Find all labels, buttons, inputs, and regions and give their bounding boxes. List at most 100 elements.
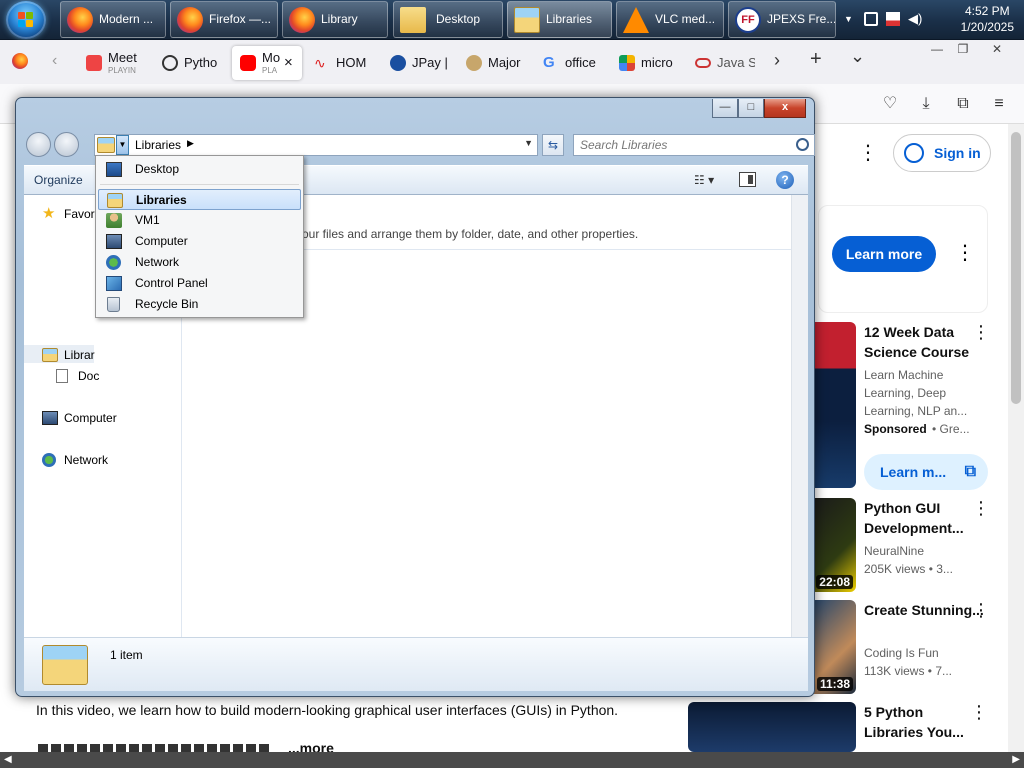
scroll-tabs-right-icon[interactable]: ›: [774, 50, 780, 71]
organize-button[interactable]: Organize: [34, 173, 83, 187]
library-description: e your files and arrange them by folder,…: [286, 227, 639, 241]
start-button[interactable]: [6, 1, 46, 39]
recommendation-python-libraries[interactable]: 5 Python Libraries You... ⋮: [688, 702, 1008, 752]
minimize-button[interactable]: —: [712, 99, 738, 118]
page-scrollbar[interactable]: [1008, 124, 1024, 752]
nav-item-label: Librar: [64, 348, 95, 362]
tab-python[interactable]: Pytho: [162, 46, 220, 80]
pulse-favicon-icon: ∿: [314, 55, 326, 71]
tab-jpay[interactable]: JPay |: [390, 46, 450, 80]
show-hidden-icons-icon[interactable]: ▼: [844, 14, 853, 24]
scroll-left-icon[interactable]: ◀: [4, 754, 12, 765]
tab-status: PLAYIN: [108, 66, 136, 75]
ad-options-icon[interactable]: ⋮: [955, 240, 975, 265]
account-icon: [904, 143, 924, 163]
video-title[interactable]: Python GUI Development...: [864, 498, 984, 538]
recommendation-create-stunning[interactable]: 11:38 Create Stunning... Coding Is Fun 1…: [812, 600, 1022, 694]
video-thumbnail[interactable]: 11:38: [812, 600, 856, 694]
recommendation-python-gui[interactable]: 22:08 Python GUI Development... NeuralNi…: [812, 498, 1022, 592]
list-all-tabs-icon[interactable]: ⌄: [850, 46, 865, 67]
taskbar-item-library[interactable]: Library: [282, 1, 388, 38]
firefox-menu-icon[interactable]: [12, 53, 28, 69]
maximize-button[interactable]: □: [738, 99, 764, 118]
downloads-icon[interactable]: ⤓: [916, 94, 936, 114]
network-status-icon[interactable]: [886, 12, 900, 26]
action-center-icon[interactable]: [864, 12, 878, 26]
tab-major[interactable]: Major: [466, 46, 526, 80]
tab-office[interactable]: G office: [543, 46, 603, 80]
scroll-tabs-left-icon[interactable]: ‹: [52, 52, 57, 70]
taskbar-item-vlc[interactable]: VLC med...: [616, 1, 724, 38]
libraries-icon: [97, 137, 115, 153]
tab-youtube-active[interactable]: Mo PLA ×: [232, 46, 302, 80]
tab-java[interactable]: Java S: [695, 46, 755, 80]
volume-icon[interactable]: ◀): [908, 12, 922, 26]
oracle-favicon-icon: [695, 58, 711, 68]
back-button[interactable]: [26, 132, 51, 157]
search-icon[interactable]: [796, 138, 809, 151]
youtube-favicon-icon: [240, 55, 256, 71]
video-thumbnail[interactable]: 22:08: [812, 498, 856, 592]
close-button[interactable]: x: [764, 99, 806, 118]
breadcrumb-arrow-icon[interactable]: ▶: [187, 138, 194, 149]
google-favicon-icon: G: [543, 54, 555, 71]
taskbar-item-jpexs[interactable]: FF JPEXS Fre...: [728, 1, 836, 38]
nav-item-label: Doc: [78, 369, 100, 383]
pocket-icon[interactable]: ♡: [880, 94, 900, 114]
scroll-right-icon[interactable]: ▶: [1012, 754, 1020, 765]
video-stats: 113K views • 7...: [864, 664, 953, 678]
taskbar-item-libraries[interactable]: Libraries: [507, 1, 612, 38]
taskbar-item-desktop[interactable]: Desktop: [393, 1, 503, 38]
video-options-icon[interactable]: ⋮: [972, 498, 990, 519]
forward-button[interactable]: [54, 132, 79, 157]
jpay-favicon-icon: [390, 55, 406, 71]
horizontal-scrollbar[interactable]: ◀ ▶: [0, 752, 1024, 768]
menu-item-desktop[interactable]: Desktop: [98, 159, 301, 180]
tab-micro[interactable]: micro: [619, 46, 679, 80]
breadcrumb-libraries[interactable]: Libraries: [135, 138, 181, 152]
refresh-button[interactable]: ⇆: [542, 134, 564, 156]
learn-more-button[interactable]: Learn more: [832, 236, 936, 272]
video-options-icon[interactable]: ⋮: [970, 702, 988, 723]
taskbar-item-label: Firefox —...: [209, 12, 272, 26]
channel-name[interactable]: NeuralNine: [864, 542, 994, 560]
close-icon[interactable]: ✕: [982, 42, 1012, 56]
video-title[interactable]: 12 Week Data Science Course: [864, 322, 984, 362]
menu-item-vm1[interactable]: VM1: [98, 210, 301, 231]
tab-home[interactable]: ∿ HOM: [314, 46, 372, 80]
address-history-icon[interactable]: ▼: [524, 138, 533, 148]
hamburger-menu-icon[interactable]: ≡: [989, 94, 1009, 114]
address-bar[interactable]: ▼ Libraries ▶ ▼: [94, 134, 538, 156]
sign-in-button[interactable]: Sign in: [893, 134, 991, 172]
channel-name[interactable]: Coding Is Fun: [864, 644, 994, 662]
extensions-icon[interactable]: ⧉: [953, 94, 973, 114]
preview-pane-button[interactable]: [739, 172, 756, 187]
scrollbar-thumb[interactable]: [1011, 132, 1021, 404]
restore-icon[interactable]: ❐: [948, 42, 978, 56]
help-button[interactable]: ?: [776, 171, 794, 189]
change-view-button[interactable]: ☷ ▾: [694, 173, 714, 187]
tab-label: Java S: [717, 55, 755, 70]
video-options-icon[interactable]: ⋮: [972, 600, 990, 621]
tab-meet[interactable]: Meet PLAYIN: [86, 46, 146, 80]
menu-item-libraries[interactable]: Libraries: [98, 189, 301, 210]
menu-item-recycle-bin[interactable]: Recycle Bin: [98, 294, 301, 315]
learn-more-secondary-button[interactable]: Learn m... ⧉: [864, 454, 988, 490]
search-input[interactable]: Search Libraries: [573, 134, 815, 156]
more-options-icon[interactable]: ⋮: [858, 140, 878, 165]
new-tab-icon[interactable]: +: [810, 48, 822, 71]
video-thumbnail[interactable]: [688, 702, 856, 752]
video-title[interactable]: Create Stunning...: [864, 600, 984, 620]
taskbar-item-firefox-2[interactable]: Firefox —...: [170, 1, 278, 38]
video-thumbnail[interactable]: [812, 322, 856, 488]
taskbar-item-firefox-1[interactable]: Modern ...: [60, 1, 166, 38]
file-list-scrollbar[interactable]: [791, 195, 808, 637]
address-dropdown-button[interactable]: ▼: [116, 135, 129, 155]
tab-close-icon[interactable]: ×: [284, 46, 293, 80]
menu-item-computer[interactable]: Computer: [98, 231, 301, 252]
menu-item-control-panel[interactable]: Control Panel: [98, 273, 301, 294]
clock[interactable]: 4:52 PM 1/20/2025: [961, 3, 1014, 35]
video-title[interactable]: 5 Python Libraries You...: [864, 702, 984, 742]
menu-item-network[interactable]: Network: [98, 252, 301, 273]
video-options-icon[interactable]: ⋮: [972, 322, 990, 343]
